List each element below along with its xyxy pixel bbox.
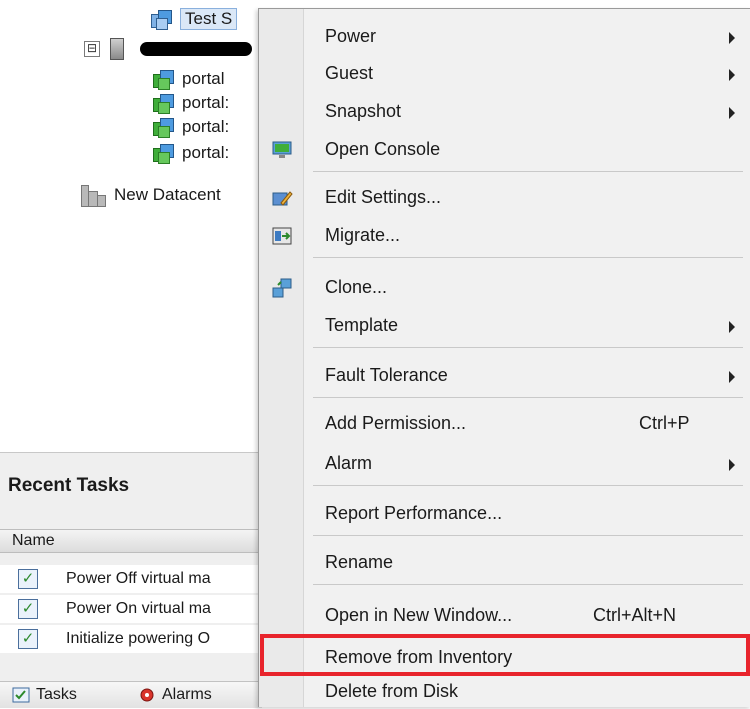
menu-item-template[interactable]: Template [259,309,750,343]
submenu-arrow-icon [729,32,735,44]
tree-item-host[interactable]: ⊟ [84,36,252,62]
vm-icon [152,69,174,90]
migrate-icon [272,227,292,245]
menu-item-label: Template [325,315,399,335]
menu-separator [313,347,743,348]
tree-item-label: portal: [182,93,230,112]
menu-item-label: Power [325,26,377,46]
menu-separator [313,535,743,536]
bottom-tabs-bar: Tasks Alarms [0,681,262,708]
task-complete-icon: ✓ [18,599,38,619]
redacted-hostname [140,42,252,56]
menu-item-open-new-window[interactable]: Open in New Window... Ctrl+Alt+N [259,599,750,633]
task-name: Initialize powering O [66,630,211,647]
collapse-icon[interactable]: ⊟ [84,41,100,57]
task-name: Power On virtual ma [66,600,211,617]
task-row[interactable]: ✓ Power On virtual ma [0,595,262,623]
column-header-name[interactable]: Name [12,532,55,550]
menu-item-label: Edit Settings... [325,187,442,207]
tab-tasks[interactable]: Tasks [12,684,77,706]
menu-item-label: Migrate... [325,225,401,245]
alarm-icon [140,688,154,702]
menu-item-label: Report Performance... [325,503,503,523]
menu-item-add-permission[interactable]: Add Permission... Ctrl+P [259,407,750,441]
host-icon [110,38,124,60]
datacenter-icon [80,183,106,207]
menu-item-label: Delete from Disk [325,681,459,701]
tree-item-label: Test S [180,8,238,30]
tree-item-vm[interactable]: portal: [152,90,229,116]
tasks-icon [12,687,30,703]
tree-item-vm[interactable]: portal: [152,114,229,140]
menu-item-label: Add Permission... [325,413,467,433]
tab-alarms[interactable]: Alarms [138,684,212,706]
menu-item-label: Open Console [325,139,441,159]
vm-icon [152,117,174,138]
console-icon [272,141,292,158]
menu-item-label: Open in New Window... [325,605,513,625]
menu-item-open-console[interactable]: Open Console [259,133,750,167]
submenu-arrow-icon [729,459,735,471]
task-row[interactable]: ✓ Power Off virtual ma [0,565,262,593]
menu-item-shortcut: Ctrl+Alt+N [593,605,677,625]
menu-item-alarm[interactable]: Alarm [259,447,750,481]
inventory-tree: Test S ⊟ portal portal: portal: portal: … [0,0,270,450]
menu-item-migrate[interactable]: Migrate... [259,219,750,253]
clone-icon [272,278,292,298]
tree-item-vm[interactable]: portal [152,66,225,92]
task-row[interactable]: ✓ Initialize powering O [0,625,262,653]
menu-item-delete-from-disk[interactable]: Delete from Disk [259,675,750,709]
menu-item-snapshot[interactable]: Snapshot [259,95,750,129]
task-complete-icon: ✓ [18,629,38,649]
menu-item-label: Guest [325,63,374,83]
menu-item-label: Snapshot [325,101,402,121]
vm-icon [150,9,172,30]
submenu-arrow-icon [729,69,735,81]
vm-icon [152,93,174,114]
task-name: Power Off virtual ma [66,570,211,587]
menu-item-edit-settings[interactable]: Edit Settings... [259,181,750,215]
menu-item-label: Fault Tolerance [325,365,448,385]
menu-separator [313,171,743,172]
tree-item-test-vm[interactable]: Test S [150,6,238,32]
menu-separator [313,485,743,486]
menu-item-shortcut: Ctrl+P [639,413,690,433]
tree-item-label: portal: [182,117,230,136]
highlight-annotation-box [260,634,750,676]
menu-item-report-performance[interactable]: Report Performance... [259,497,750,531]
menu-item-label: Alarm [325,453,373,473]
menu-separator [313,257,743,258]
submenu-arrow-icon [729,321,735,333]
tab-label: Tasks [36,686,77,703]
menu-item-clone[interactable]: Clone... [259,271,750,305]
recent-tasks-panel: Recent Tasks Name ✓ Power Off virtual ma… [0,452,262,708]
menu-item-rename[interactable]: Rename [259,546,750,580]
tree-item-datacenter[interactable]: New Datacent [80,182,221,208]
menu-item-guest[interactable]: Guest [259,57,750,91]
task-complete-icon: ✓ [18,569,38,589]
vm-icon [152,143,174,164]
menu-separator [313,397,743,398]
menu-item-label: Rename [325,552,394,572]
recent-tasks-title: Recent Tasks [8,475,130,496]
submenu-arrow-icon [729,107,735,119]
menu-separator [313,584,743,585]
edit-settings-icon [272,191,293,206]
tab-label: Alarms [162,686,212,703]
vm-context-menu: Power Guest Snapshot Open Console Edit S… [258,8,750,707]
menu-item-fault-tolerance[interactable]: Fault Tolerance [259,359,750,393]
tree-item-label: portal [182,69,225,88]
submenu-arrow-icon [729,371,735,383]
tasks-table-header[interactable]: Name [0,529,262,553]
tree-item-label: portal: [182,143,230,162]
tree-item-label: New Datacent [114,185,221,204]
tree-item-vm[interactable]: portal: [152,140,229,166]
menu-item-power[interactable]: Power [259,20,750,54]
menu-item-label: Clone... [325,277,388,297]
